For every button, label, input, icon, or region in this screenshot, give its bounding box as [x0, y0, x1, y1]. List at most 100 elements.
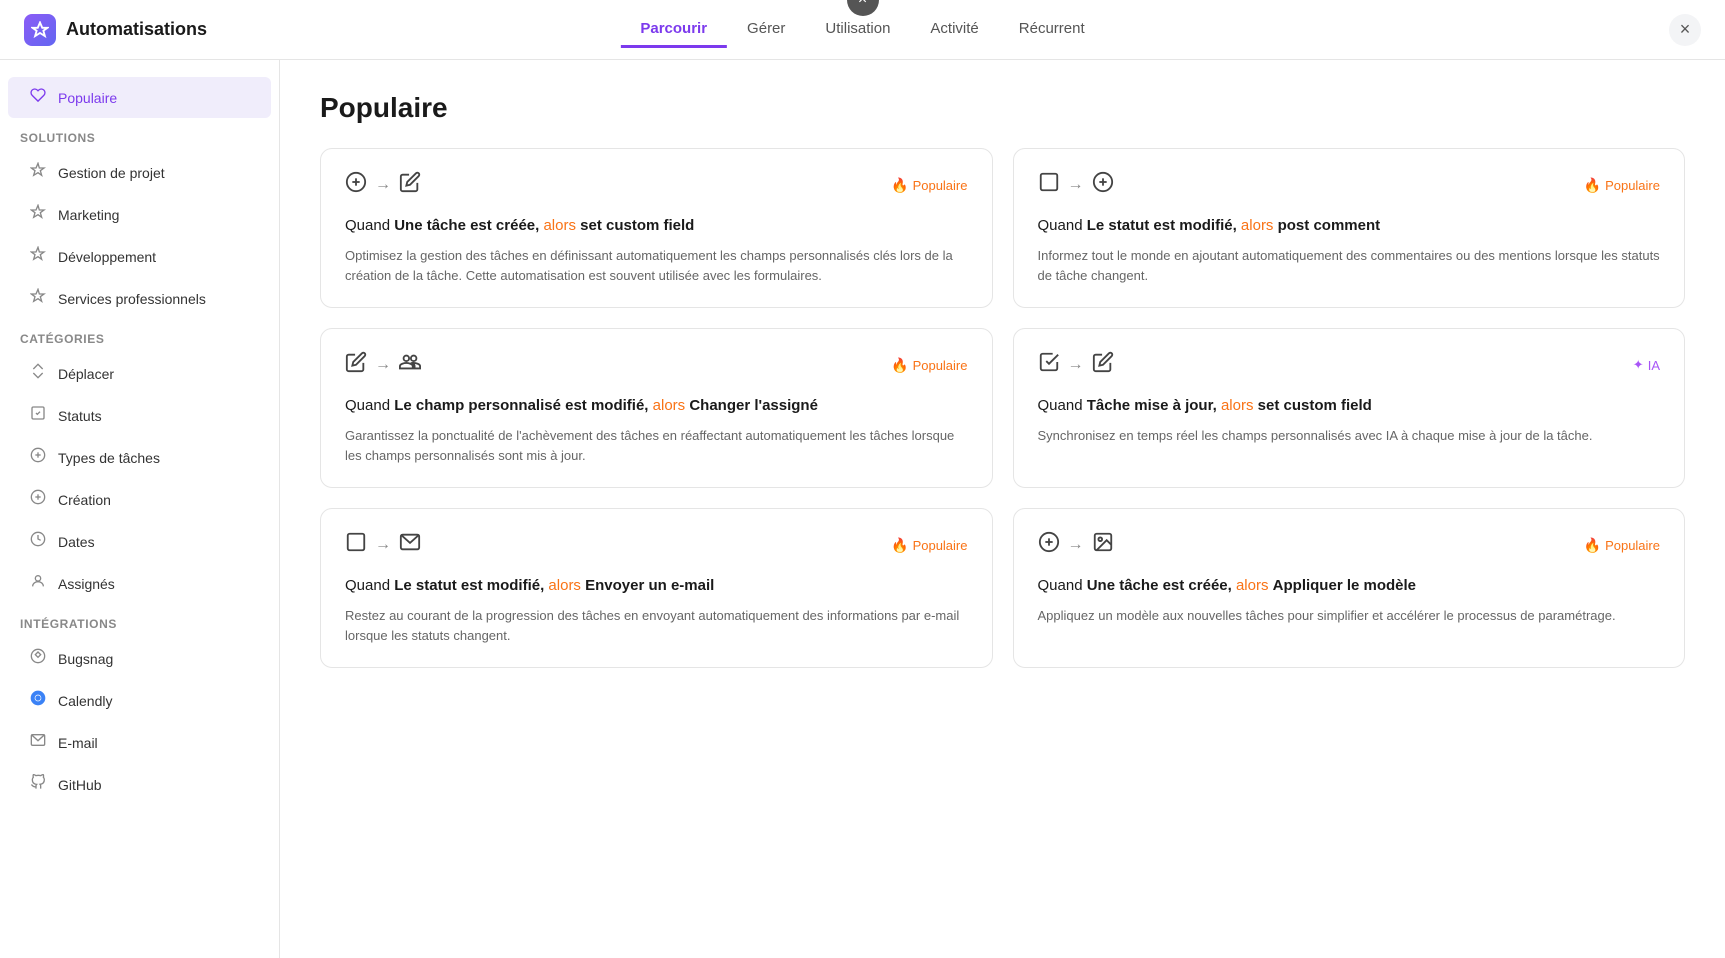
popular-badge: 🔥 Populaire: [891, 537, 967, 554]
sidebar-item-marketing[interactable]: Marketing: [8, 194, 271, 235]
card-4-desc: Synchronisez en temps réel les champs pe…: [1038, 426, 1661, 446]
tab-recurrent[interactable]: Récurrent: [999, 12, 1105, 48]
card-1[interactable]: → 🔥 Populaire Quand Une tâche est créée,…: [320, 148, 993, 308]
dev-icon: [28, 246, 48, 267]
sidebar-item-label: Déplacer: [58, 366, 114, 382]
top-tabs: Parcourir Gérer Utilisation Activité Réc…: [620, 12, 1104, 47]
card-3-icons: →: [345, 351, 421, 379]
card-6-icons: →: [1038, 531, 1114, 559]
sidebar-item-deplacer[interactable]: Déplacer: [8, 353, 271, 394]
card-6[interactable]: → 🔥 Populaire Quand Une tâche est créée,…: [1013, 508, 1686, 668]
cards-grid: → 🔥 Populaire Quand Une tâche est créée,…: [320, 148, 1685, 668]
email-send-icon: [399, 531, 421, 559]
sidebar-item-label: Assignés: [58, 576, 115, 592]
github-icon: [28, 774, 48, 795]
card-3-title: Quand Le champ personnalisé est modifié,…: [345, 395, 968, 416]
sidebar-item-label: Statuts: [58, 408, 102, 424]
types-icon: [28, 447, 48, 468]
card-6-title: Quand Une tâche est créée, alors Appliqu…: [1038, 575, 1661, 596]
sidebar-item-calendly[interactable]: Calendly: [8, 680, 271, 721]
popular-badge: 🔥 Populaire: [891, 177, 967, 194]
sidebar-item-label: Bugsnag: [58, 651, 113, 667]
sidebar-item-label: Développement: [58, 249, 156, 265]
app-logo: Automatisations: [24, 14, 207, 46]
sidebar-item-github[interactable]: GitHub: [8, 764, 271, 805]
status-square-icon: [1038, 171, 1060, 199]
popular-badge: 🔥 Populaire: [1584, 537, 1660, 554]
sidebar-item-label: GitHub: [58, 777, 102, 793]
bugsnag-icon: [28, 648, 48, 669]
add-circle-icon-2: [1038, 531, 1060, 559]
sidebar-item-bugsnag[interactable]: Bugsnag: [8, 638, 271, 679]
card-1-title: Quand Une tâche est créée, alors set cus…: [345, 215, 968, 236]
add-circle-outline-icon: [1092, 171, 1114, 199]
sidebar-item-developpement[interactable]: Développement: [8, 236, 271, 277]
sidebar-item-label: Dates: [58, 534, 95, 550]
sidebar-item-label: Services professionnels: [58, 291, 206, 307]
assignes-icon: [28, 573, 48, 594]
gestion-icon: [28, 162, 48, 183]
popular-badge: 🔥 Populaire: [1584, 177, 1660, 194]
top-bar: × Automatisations Parcourir Gérer Utilis…: [0, 0, 1725, 60]
card-2-title: Quand Le statut est modifié, alors post …: [1038, 215, 1661, 236]
sidebar-item-dates[interactable]: Dates: [8, 521, 271, 562]
card-5-title: Quand Le statut est modifié, alors Envoy…: [345, 575, 968, 596]
sidebar-item-services[interactable]: Services professionnels: [8, 278, 271, 319]
card-5-header: → 🔥 Populaire: [345, 531, 968, 559]
edit-square-icon: [345, 351, 367, 379]
card-6-desc: Appliquez un modèle aux nouvelles tâches…: [1038, 606, 1661, 626]
app-title: Automatisations: [66, 19, 207, 40]
dates-icon: [28, 531, 48, 552]
sidebar-item-types[interactable]: Types de tâches: [8, 437, 271, 478]
template-icon: [1092, 531, 1114, 559]
arrow-icon: →: [1068, 356, 1084, 374]
sidebar-item-email[interactable]: E-mail: [8, 722, 271, 763]
sidebar-item-assignes[interactable]: Assignés: [8, 563, 271, 604]
ai-badge: ✦ IA: [1633, 357, 1660, 373]
close-button[interactable]: ×: [1669, 14, 1701, 46]
tab-utilisation[interactable]: Utilisation: [805, 12, 910, 48]
popular-badge: 🔥 Populaire: [891, 357, 967, 374]
flame-icon: 🔥: [891, 537, 908, 554]
arrow-icon: →: [375, 176, 391, 194]
arrow-icon: →: [375, 356, 391, 374]
statuts-icon: [28, 405, 48, 426]
arrow-icon: →: [1068, 176, 1084, 194]
edit-square-icon: [399, 171, 421, 199]
sidebar-item-creation[interactable]: Création: [8, 479, 271, 520]
flame-icon: 🔥: [891, 177, 908, 194]
sidebar-item-label: Marketing: [58, 207, 119, 223]
arrow-icon: →: [375, 536, 391, 554]
sidebar-item-label: Types de tâches: [58, 450, 160, 466]
card-4-icons: →: [1038, 351, 1114, 379]
edit-square-icon-2: [1092, 351, 1114, 379]
sidebar-item-gestion[interactable]: Gestion de projet: [8, 152, 271, 193]
sidebar-item-statuts[interactable]: Statuts: [8, 395, 271, 436]
deplacer-icon: [28, 363, 48, 384]
sidebar-item-label: Création: [58, 492, 111, 508]
tab-parcourir[interactable]: Parcourir: [620, 12, 727, 48]
add-circle-icon: [345, 171, 367, 199]
sidebar-item-populaire[interactable]: Populaire: [8, 77, 271, 118]
card-1-desc: Optimisez la gestion des tâches en défin…: [345, 246, 968, 285]
tab-activite[interactable]: Activité: [910, 12, 998, 48]
card-4[interactable]: → ✦ IA Quand Tâche mise à jour, alors se…: [1013, 328, 1686, 488]
tab-gerer[interactable]: Gérer: [727, 12, 805, 48]
person-add-icon: [399, 351, 421, 379]
marketing-icon: [28, 204, 48, 225]
card-2-desc: Informez tout le monde en ajoutant autom…: [1038, 246, 1661, 285]
card-1-header: → 🔥 Populaire: [345, 171, 968, 199]
sidebar-item-label: Populaire: [58, 90, 117, 106]
arrow-icon: →: [1068, 536, 1084, 554]
card-6-header: → 🔥 Populaire: [1038, 531, 1661, 559]
content-area: Populaire → 🔥 Popu: [280, 60, 1725, 958]
card-5[interactable]: → 🔥 Populaire Quand Le statut est modifi…: [320, 508, 993, 668]
card-2[interactable]: → 🔥 Populaire Quand Le statut est modifi…: [1013, 148, 1686, 308]
card-3-header: → 🔥 Populaire: [345, 351, 968, 379]
card-5-desc: Restez au courant de la progression des …: [345, 606, 968, 645]
sidebar-item-label: E-mail: [58, 735, 98, 751]
card-2-header: → 🔥 Populaire: [1038, 171, 1661, 199]
card-3[interactable]: → 🔥 Populaire Quand Le champ personnalis…: [320, 328, 993, 488]
section-solutions: Solutions: [0, 119, 279, 151]
ai-icon: ✦: [1633, 357, 1644, 373]
